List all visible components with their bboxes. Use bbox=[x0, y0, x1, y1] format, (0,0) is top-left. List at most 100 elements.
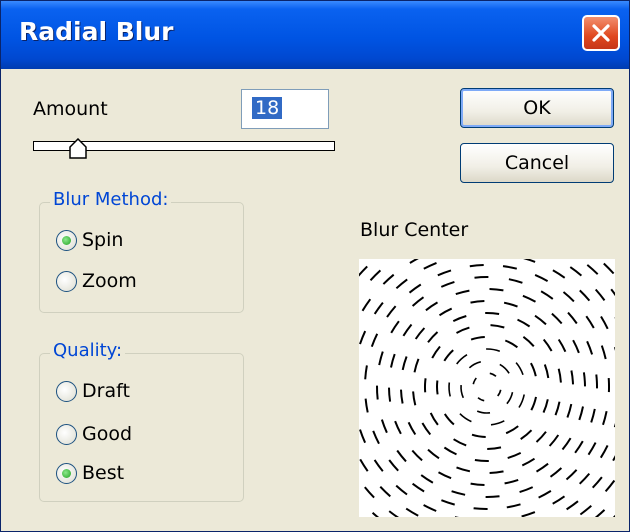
blur-streak bbox=[396, 449, 407, 463]
blur-method-legend: Blur Method: bbox=[50, 189, 172, 210]
blur-streak bbox=[587, 442, 597, 456]
blur-streak bbox=[388, 510, 400, 517]
radio-draft[interactable]: Draft bbox=[56, 380, 130, 402]
blur-streak bbox=[595, 374, 599, 389]
blur-streak bbox=[566, 500, 579, 511]
blur-streak bbox=[485, 495, 500, 499]
blur-streak bbox=[379, 486, 391, 498]
blur-streak bbox=[503, 301, 518, 308]
blur-streak bbox=[373, 459, 384, 472]
blur-streak bbox=[591, 476, 603, 489]
blur-streak bbox=[542, 399, 549, 414]
blur-center-label: Blur Center bbox=[360, 219, 469, 241]
radio-zoom[interactable]: Zoom bbox=[56, 270, 137, 292]
blur-streak bbox=[359, 429, 367, 444]
blur-streak bbox=[359, 458, 369, 472]
blur-streak bbox=[411, 482, 425, 493]
blur-streak bbox=[473, 507, 488, 511]
blur-streak bbox=[489, 288, 504, 292]
blur-streak bbox=[542, 338, 553, 352]
radio-best[interactable]: Best bbox=[56, 462, 124, 484]
radio-draft-indicator bbox=[56, 380, 77, 402]
blur-streak bbox=[521, 511, 536, 517]
blur-streak bbox=[359, 330, 367, 345]
blur-streak bbox=[443, 413, 455, 426]
blur-streak bbox=[612, 455, 615, 462]
blur-streak bbox=[413, 358, 420, 373]
blur-streak bbox=[594, 509, 606, 517]
blur-streak bbox=[604, 479, 615, 493]
blur-streak bbox=[470, 482, 485, 486]
blur-streak bbox=[520, 429, 533, 440]
blur-streak bbox=[485, 311, 500, 315]
blur-streak bbox=[530, 396, 537, 411]
blur-streak bbox=[554, 401, 561, 416]
cancel-button[interactable]: Cancel bbox=[460, 143, 614, 183]
blur-streak bbox=[372, 430, 380, 445]
blur-streak bbox=[517, 318, 531, 328]
blur-streak bbox=[530, 362, 537, 377]
blur-streak bbox=[565, 469, 578, 481]
blur-streak bbox=[612, 514, 615, 517]
blur-streak bbox=[569, 266, 583, 277]
blur-streak bbox=[499, 363, 510, 374]
blur-streak bbox=[477, 397, 485, 402]
blur-streak bbox=[438, 307, 453, 317]
blur-streak bbox=[490, 420, 505, 426]
blur-streak bbox=[451, 490, 466, 496]
radio-spin[interactable]: Spin bbox=[56, 229, 123, 251]
blur-streak bbox=[470, 336, 485, 341]
blur-streak bbox=[557, 338, 567, 353]
blur-streak bbox=[590, 408, 596, 423]
radio-best-label: Best bbox=[82, 462, 125, 484]
radio-good[interactable]: Good bbox=[56, 423, 132, 445]
blur-streak bbox=[438, 471, 452, 480]
blur-streak bbox=[436, 380, 439, 395]
blur-streak bbox=[456, 326, 470, 334]
blur-streak bbox=[522, 335, 535, 347]
blur-streak bbox=[474, 459, 489, 463]
amount-slider-thumb[interactable] bbox=[68, 138, 88, 160]
blur-streak bbox=[540, 290, 554, 300]
blur-streak bbox=[566, 403, 573, 418]
blur-streak bbox=[523, 259, 536, 263]
blur-streak bbox=[505, 425, 519, 435]
blur-streak bbox=[364, 365, 368, 380]
blur-streak bbox=[562, 291, 575, 303]
blur-streak bbox=[534, 273, 549, 282]
title-bar[interactable]: Radial Blur bbox=[1, 1, 629, 69]
blur-streak bbox=[405, 507, 419, 517]
blur-streak bbox=[371, 511, 380, 517]
blur-streak bbox=[423, 504, 437, 512]
blur-streak bbox=[421, 422, 432, 436]
blur-streak bbox=[443, 349, 454, 362]
blur-streak bbox=[486, 348, 501, 352]
blur-streak bbox=[359, 265, 368, 277]
blur-streak bbox=[552, 269, 566, 279]
blur-streak bbox=[470, 300, 485, 304]
blur-streak bbox=[519, 486, 534, 494]
blur-streak bbox=[487, 446, 502, 450]
close-icon bbox=[592, 24, 610, 42]
ok-button[interactable]: OK bbox=[460, 88, 614, 128]
blur-streak bbox=[594, 288, 606, 301]
blur-streak bbox=[489, 470, 504, 474]
close-button[interactable] bbox=[582, 15, 620, 51]
blur-streak bbox=[411, 449, 423, 462]
blur-streak bbox=[561, 437, 572, 451]
blur-streak bbox=[453, 438, 467, 447]
blur-streak bbox=[557, 368, 562, 383]
blur-streak bbox=[359, 259, 360, 260]
blur-streak bbox=[522, 294, 536, 303]
amount-input[interactable]: 18 bbox=[241, 89, 329, 129]
radio-spin-label: Spin bbox=[82, 229, 124, 251]
blur-streak bbox=[386, 305, 397, 318]
blur-streak bbox=[468, 361, 482, 369]
blur-streak bbox=[395, 484, 408, 496]
blur-center-preview[interactable] bbox=[359, 259, 615, 517]
blur-streak bbox=[456, 354, 468, 365]
blur-streak bbox=[437, 269, 452, 277]
blur-streak bbox=[552, 495, 566, 505]
blur-streak bbox=[506, 392, 514, 405]
blur-streak bbox=[610, 288, 615, 297]
